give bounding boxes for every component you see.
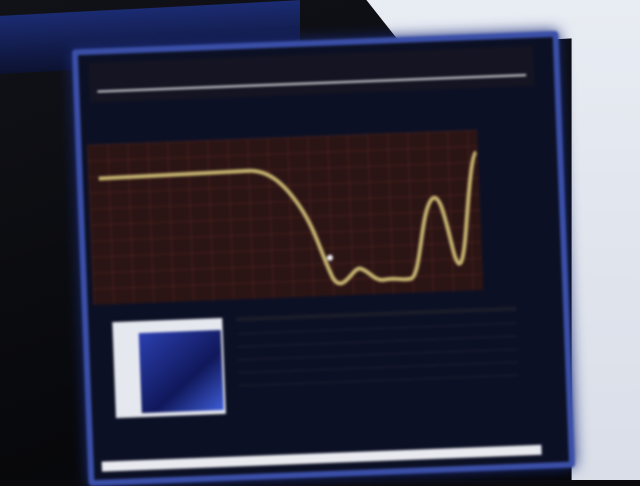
right-tick — [486, 262, 516, 263]
preview-thumbnail[interactable] — [112, 318, 226, 418]
right-tick — [485, 230, 515, 231]
app-header — [88, 46, 534, 103]
bottom-scrollbar[interactable] — [102, 445, 542, 472]
scope-right-ticks — [481, 134, 517, 295]
right-tick — [488, 294, 518, 295]
right-tick — [483, 166, 513, 167]
preview-screen — [139, 330, 224, 413]
signal-scope — [87, 130, 483, 305]
right-tick — [481, 134, 511, 135]
header-divider — [97, 74, 526, 92]
data-table — [236, 307, 520, 428]
right-tick — [484, 198, 514, 199]
signal-scope-svg — [87, 130, 483, 305]
monitor-screen — [72, 31, 575, 486]
